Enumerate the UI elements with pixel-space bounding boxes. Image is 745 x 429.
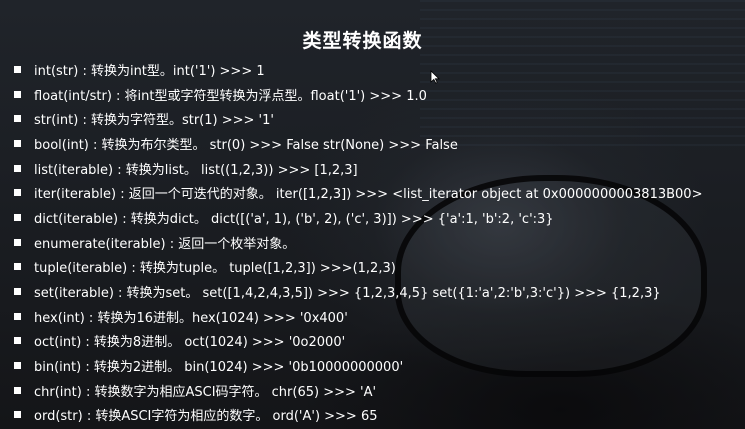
mouse-pointer-icon [430,70,440,84]
list-item: list(iterable) : 转换为list。 list((1,2,3)) … [14,156,702,181]
square-bullet-icon [14,164,21,172]
list-item-text: float(int/str) : 将int型或字符型转换为浮点型。float('… [34,88,427,104]
list-item-text: bool(int) : 转换为布尔类型。 str(0) >>> False st… [34,137,458,153]
list-item: hex(int) : 转换为16进制。hex(1024) >>> '0x400' [14,304,702,329]
list-item: bin(int) : 转换为2进制。 bin(1024) >>> '0b1000… [14,353,702,378]
list-item-text: bin(int) : 转换为2进制。 bin(1024) >>> '0b1000… [34,360,404,376]
list-item: chr(int) : 转换数字为相应ASCI码字符。 chr(65) >>> '… [14,378,702,403]
list-item-text: list(iterable) : 转换为list。 list((1,2,3)) … [34,162,358,178]
square-bullet-icon [14,65,21,73]
square-bullet-icon [14,213,21,221]
list-item: enumerate(iterable) : 返回一个枚举对象。 [14,230,702,255]
list-item-text: oct(int) : 转换为8进制。 oct(1024) >>> '0o2000… [34,335,346,351]
list-item-text: dict(iterable) : 转换为dict。 dict([('a', 1)… [34,211,554,227]
list-item-text: chr(int) : 转换数字为相应ASCI码字符。 chr(65) >>> '… [34,384,377,400]
list-item-text: set(iterable) : 转换为set。 set([1,4,2,4,3,5… [34,286,661,302]
function-list: int(str) : 转换为int型。int('1') >>> 1 float(… [14,57,702,427]
square-bullet-icon [14,139,21,147]
list-item: int(str) : 转换为int型。int('1') >>> 1 [14,57,702,82]
list-item-text: int(str) : 转换为int型。int('1') >>> 1 [34,63,265,79]
list-item-text: tuple(iterable) : 转换为tuple。 tuple([1,2,3… [34,261,396,277]
list-item-text: enumerate(iterable) : 返回一个枚举对象。 [34,236,296,252]
square-bullet-icon [14,386,21,394]
list-item: ord(str) : 转换ASCI字符为相应的数字。 ord('A') >>> … [14,403,702,428]
list-item: bool(int) : 转换为布尔类型。 str(0) >>> False st… [14,131,702,156]
list-item: dict(iterable) : 转换为dict。 dict([('a', 1)… [14,205,702,230]
slide-title: 类型转换函数 [302,30,423,52]
square-bullet-icon [14,337,21,345]
square-bullet-icon [14,362,21,370]
list-item: oct(int) : 转换为8进制。 oct(1024) >>> '0o2000… [14,329,702,354]
square-bullet-icon [14,189,21,197]
list-item-text: ord(str) : 转换ASCI字符为相应的数字。 ord('A') >>> … [34,409,378,425]
square-bullet-icon [14,411,21,419]
list-item-text: iter(iterable) : 返回一个可迭代的对象。 iter([1,2,3… [34,187,703,203]
square-bullet-icon [14,90,21,98]
list-item-text: hex(int) : 转换为16进制。hex(1024) >>> '0x400' [34,310,348,326]
square-bullet-icon [14,288,21,296]
square-bullet-icon [14,238,21,246]
square-bullet-icon [14,115,21,123]
list-item: set(iterable) : 转换为set。 set([1,4,2,4,3,5… [14,279,702,304]
list-item: float(int/str) : 将int型或字符型转换为浮点型。float('… [14,82,702,107]
list-item: str(int) : 转换为字符型。str(1) >>> '1' [14,106,702,131]
square-bullet-icon [14,312,21,320]
list-item: tuple(iterable) : 转换为tuple。 tuple([1,2,3… [14,255,702,280]
list-item-text: str(int) : 转换为字符型。str(1) >>> '1' [34,113,274,129]
list-item: iter(iterable) : 返回一个可迭代的对象。 iter([1,2,3… [14,180,702,205]
square-bullet-icon [14,263,21,271]
